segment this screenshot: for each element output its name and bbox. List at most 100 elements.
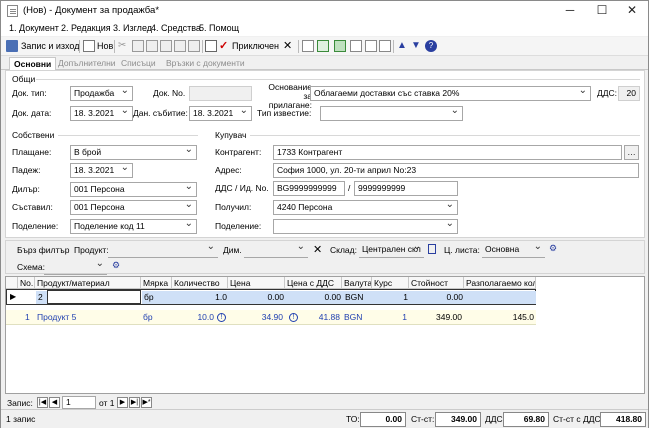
blank-doc-icon[interactable]	[365, 40, 377, 52]
first-record-button[interactable]: |◀	[37, 397, 48, 408]
next-record-button[interactable]: ▶	[117, 397, 128, 408]
contractor-field[interactable]: 1733 Контрагент	[273, 145, 622, 160]
vat-number-field[interactable]: BG9999999999	[273, 181, 345, 196]
doc-list-icon[interactable]	[379, 40, 391, 52]
cell-price[interactable]: 34.90	[228, 311, 285, 324]
clear-filter-icon[interactable]: ✕	[313, 243, 322, 256]
menu-view[interactable]: 3. Изглед	[113, 23, 152, 33]
col-available[interactable]: Разполагаемо кол.	[464, 277, 536, 289]
arrow-down-icon[interactable]: ▼	[411, 40, 423, 52]
refresh-icon[interactable]	[317, 40, 329, 52]
cell-price-vat[interactable]: 41.88	[285, 311, 342, 324]
table-row-new[interactable]: ▶ 2 бр 1.0 0.00 0.00 BGN 1 0.00	[6, 289, 536, 305]
col-price[interactable]: Цена	[228, 277, 285, 289]
arrow-up-icon[interactable]: ▲	[397, 40, 409, 52]
menu-document[interactable]: 1. Документ	[9, 23, 59, 33]
cell-qty[interactable]: 1.0	[173, 291, 229, 304]
basis-select[interactable]: Облагаеми доставки със ставка 20%	[310, 86, 591, 101]
save-exit-button[interactable]: Запис и изход	[21, 41, 79, 51]
cell-available[interactable]: 145.0	[464, 311, 536, 324]
new-record-button[interactable]: ▶*	[141, 397, 152, 408]
pricelist-select[interactable]: Основна	[482, 243, 545, 258]
payment-select[interactable]: В брой	[70, 145, 197, 160]
tab-document-links[interactable]: Връзки с документи	[166, 58, 245, 68]
warehouse-info-icon[interactable]	[428, 244, 436, 254]
current-row-indicator: ▶	[10, 292, 17, 301]
cell-currency[interactable]: BGN	[342, 311, 372, 324]
last-record-button[interactable]: ▶|	[129, 397, 140, 408]
buyer-division-select[interactable]	[273, 219, 458, 234]
scheme-select[interactable]	[44, 260, 107, 275]
receiver-select[interactable]: 4240 Персона	[273, 200, 458, 215]
clipboard-icon[interactable]	[160, 40, 172, 52]
scheme-settings-icon[interactable]: ⚙	[112, 260, 120, 271]
qty-info-icon[interactable]: !	[217, 313, 226, 322]
page-icon[interactable]	[302, 40, 314, 52]
cell-price[interactable]: 0.00	[229, 291, 286, 304]
table-row[interactable]: 1 Продукт 5 бр 10.0 ! 34.90 ! 41.88 BGN …	[6, 310, 536, 325]
paste-icon[interactable]	[146, 40, 158, 52]
contractor-label: Контрагент:	[215, 147, 262, 157]
new-button[interactable]: Нов	[97, 41, 113, 51]
cell-qty[interactable]: 10.0	[172, 311, 216, 324]
cell-value[interactable]: 349.00	[409, 311, 464, 324]
cut-icon[interactable]: ✂	[118, 40, 130, 52]
cell-no[interactable]: 2	[36, 291, 47, 304]
col-product[interactable]: Продукт/материал	[35, 277, 141, 289]
col-value[interactable]: Стойност	[409, 277, 464, 289]
due-date-field[interactable]: 18. 3.2021	[70, 163, 133, 178]
tab-additional[interactable]: Допълнителни	[58, 58, 116, 68]
menu-help[interactable]: 5. Помощ	[199, 23, 239, 33]
product-filter-select[interactable]	[108, 243, 218, 258]
new-doc-icon[interactable]	[350, 40, 362, 52]
close-button[interactable]: ✕	[617, 1, 647, 21]
copy-doc-icon[interactable]	[174, 40, 186, 52]
address-field[interactable]: София 1000, ул. 20-ти април No:23	[273, 163, 639, 178]
tab-lists[interactable]: Списъци	[121, 58, 156, 68]
own-division-select[interactable]: Поделение код 11	[70, 219, 197, 234]
doc-type-select[interactable]: Продажба	[70, 86, 133, 101]
col-rate[interactable]: Курс	[372, 277, 409, 289]
copy-icon[interactable]	[132, 40, 144, 52]
cell-product-editor[interactable]	[47, 290, 141, 304]
notice-type-select[interactable]	[320, 106, 463, 121]
report-icon[interactable]	[205, 40, 217, 52]
delete-icon[interactable]: ✕	[283, 40, 295, 52]
doc-date-field[interactable]: 18. 3.2021	[70, 106, 133, 121]
cell-rate[interactable]: 1	[372, 311, 409, 324]
col-currency[interactable]: Валута	[342, 277, 372, 289]
col-qty[interactable]: Количество	[172, 277, 228, 289]
cell-price-vat[interactable]: 0.00	[286, 291, 343, 304]
col-unit[interactable]: Мярка	[141, 277, 172, 289]
dealer-select[interactable]: 001 Персона	[70, 182, 197, 197]
maximize-button[interactable]: ☐	[587, 1, 617, 21]
cell-unit[interactable]: бр	[142, 291, 173, 304]
help-icon[interactable]: ?	[425, 40, 437, 52]
pricelist-settings-icon[interactable]: ⚙	[549, 243, 557, 254]
cell-no[interactable]: 1	[23, 311, 35, 324]
warehouse-label: Склад:	[330, 245, 357, 255]
dim-filter-select[interactable]	[244, 243, 308, 258]
preview-icon[interactable]	[188, 40, 200, 52]
cell-currency[interactable]: BGN	[343, 291, 373, 304]
minimize-button[interactable]: ─	[555, 1, 585, 21]
id-number-field[interactable]: 9999999999	[354, 181, 458, 196]
cell-value[interactable]: 0.00	[410, 291, 465, 304]
tax-event-field[interactable]: 18. 3.2021	[189, 106, 252, 121]
warehouse-select[interactable]: Централен скл	[359, 243, 424, 258]
cell-product[interactable]: Продукт 5	[35, 311, 141, 324]
menu-edit[interactable]: 2. Редакция	[61, 23, 111, 33]
col-price-vat[interactable]: Цена с ДДС	[285, 277, 342, 289]
tab-main[interactable]: Основни	[9, 57, 57, 70]
col-no[interactable]: No.	[18, 277, 35, 289]
doc-no-field[interactable]	[189, 86, 252, 101]
prev-record-button[interactable]: ◀	[49, 397, 60, 408]
confirmed-button[interactable]: Приключен	[232, 41, 279, 51]
author-select[interactable]: 001 Персона	[70, 200, 197, 215]
cell-rate[interactable]: 1	[373, 291, 410, 304]
menu-tools[interactable]: 4. Средства	[151, 23, 201, 33]
record-number-field[interactable]: 1	[62, 396, 96, 409]
contractor-browse-button[interactable]: …	[624, 145, 639, 160]
attach-icon[interactable]	[334, 40, 346, 52]
cell-unit[interactable]: бр	[141, 311, 172, 324]
